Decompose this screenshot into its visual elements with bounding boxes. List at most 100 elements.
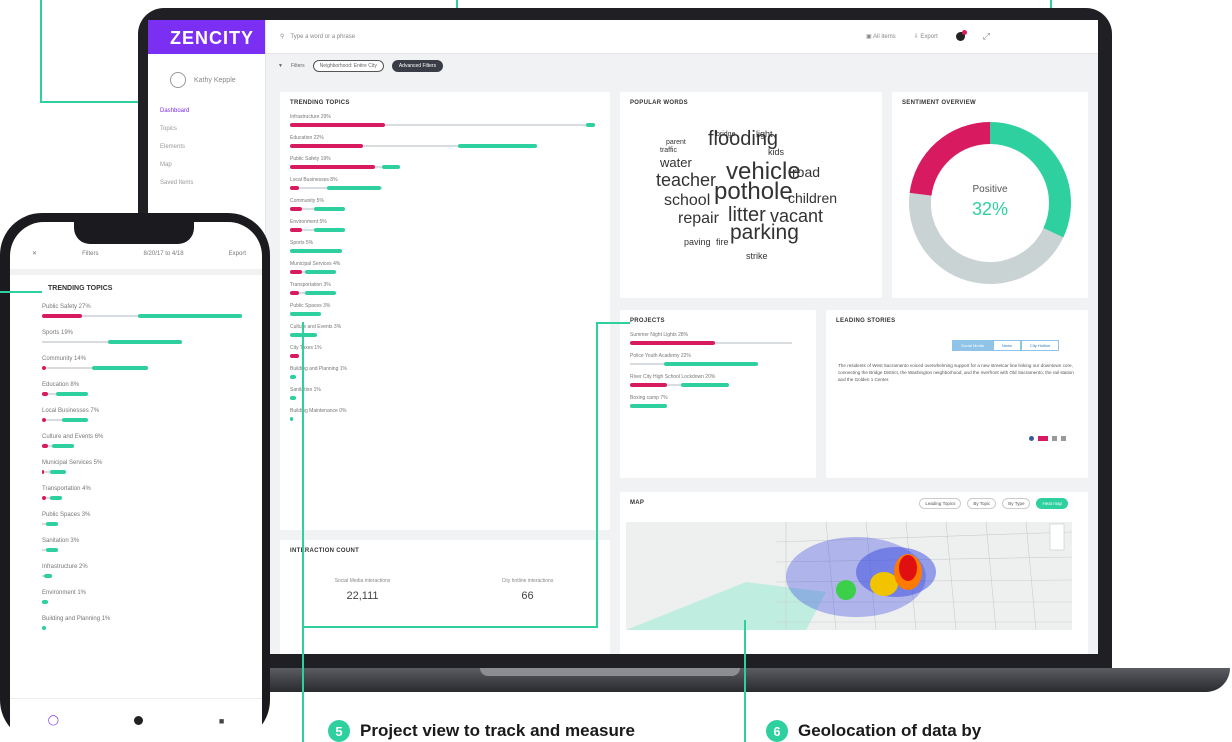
word-fire[interactable]: fire bbox=[716, 237, 729, 247]
topic-item[interactable]: Infrastructure 29% bbox=[280, 114, 610, 127]
positive-segment bbox=[585, 123, 595, 127]
topic-item[interactable]: Public Safety 27% bbox=[10, 304, 262, 318]
story-tabs: Social Media News City Hotline bbox=[952, 334, 1060, 352]
negative-segment bbox=[42, 418, 46, 422]
topic-item[interactable]: Culture and Events 6% bbox=[10, 434, 262, 448]
topic-item[interactable]: River City High School Lockdown 20% bbox=[620, 374, 816, 387]
search-input[interactable]: Type a word or a phrase bbox=[290, 34, 355, 40]
word-school[interactable]: school bbox=[664, 192, 710, 210]
word-parking[interactable]: parking bbox=[730, 221, 799, 245]
positive-segment bbox=[290, 312, 321, 316]
negative-segment bbox=[630, 341, 715, 345]
topic-item[interactable]: Police Youth Academy 22% bbox=[620, 353, 816, 366]
map-control-by-type[interactable]: By Type bbox=[1002, 498, 1031, 509]
story-tab-news[interactable]: News bbox=[992, 340, 1021, 351]
advanced-filters-chip[interactable]: Advanced Filters bbox=[391, 60, 444, 72]
phone-nav-alerts-icon[interactable] bbox=[134, 716, 144, 725]
topic-label: River City High School Lockdown 20% bbox=[630, 374, 716, 380]
user-profile[interactable]: Kathy Kepple bbox=[148, 54, 265, 88]
negative-segment bbox=[290, 291, 300, 295]
word-children[interactable]: children bbox=[788, 190, 837, 206]
topic-item[interactable]: Environment 5% bbox=[280, 219, 610, 232]
callout-line-phone bbox=[0, 291, 42, 293]
positive-segment bbox=[42, 600, 48, 604]
phone-export[interactable]: Export bbox=[229, 251, 246, 257]
sidebar-item-elements[interactable]: Elements bbox=[148, 138, 265, 156]
topic-item[interactable]: Education 22% bbox=[280, 135, 610, 148]
map-control-by-topic[interactable]: By Topic bbox=[967, 498, 997, 509]
word-pothole[interactable]: pothole bbox=[714, 178, 793, 206]
negative-segment bbox=[42, 470, 44, 474]
topic-item[interactable]: Local Businesses 7% bbox=[10, 408, 262, 422]
export-button[interactable]: ⇩ Export bbox=[914, 33, 938, 40]
topic-item[interactable]: Environment 1% bbox=[10, 590, 262, 604]
topic-item[interactable]: Transportation 4% bbox=[10, 486, 262, 500]
search-bar[interactable]: ⚲ Type a word or a phrase bbox=[266, 33, 866, 41]
topic-item[interactable]: Sports 5% bbox=[280, 240, 610, 253]
topic-item[interactable]: Public Safety 19% bbox=[280, 156, 610, 169]
topic-item[interactable]: Infrastructure 2% bbox=[10, 564, 262, 578]
sidebar-item-saved-items[interactable]: Saved Items bbox=[148, 174, 265, 192]
word-water[interactable]: water bbox=[660, 155, 692, 170]
zoom-control[interactable] bbox=[1049, 523, 1065, 551]
topic-item[interactable]: Sports 19% bbox=[10, 330, 262, 344]
back-icon[interactable]: ✕ bbox=[32, 250, 37, 257]
brand-logo[interactable]: ZENCITY bbox=[148, 20, 265, 54]
word-traffic[interactable]: traffic bbox=[660, 147, 677, 154]
expand-icon[interactable]: ⤢ bbox=[983, 31, 990, 42]
popular-words-card: POPULAR WORDS flooding water teacher vehicl… bbox=[620, 92, 882, 298]
topic-item[interactable]: Community 5% bbox=[280, 198, 610, 211]
topic-item[interactable]: Public Spaces 3% bbox=[280, 303, 610, 316]
comment-icon[interactable] bbox=[1052, 436, 1057, 441]
word-strike[interactable]: strike bbox=[746, 251, 768, 261]
filter-icon: ▼ bbox=[278, 63, 283, 69]
topic-item[interactable]: Boxing camp 7% bbox=[620, 395, 816, 408]
word-kids[interactable]: kids bbox=[768, 147, 784, 157]
phone-bottom-nav: ◯ ■ bbox=[10, 698, 262, 742]
map-control-leading-topics[interactable]: Leading Topics bbox=[919, 498, 962, 509]
word-teacher[interactable]: teacher bbox=[656, 170, 716, 191]
all-items-button[interactable]: ▣ All items bbox=[866, 33, 896, 40]
topic-bar bbox=[42, 340, 242, 344]
topic-bar bbox=[42, 314, 242, 318]
topic-item[interactable]: Community 14% bbox=[10, 356, 262, 370]
notification-icon[interactable] bbox=[955, 30, 967, 41]
topic-item[interactable]: Municipal Services 5% bbox=[10, 460, 262, 474]
topic-item[interactable]: Summer Night Lights 28% bbox=[620, 332, 816, 345]
sidebar-item-dashboard[interactable]: Dashboard bbox=[148, 102, 265, 120]
positive-segment bbox=[62, 418, 88, 422]
topic-item[interactable]: Local Businesses 8% bbox=[280, 177, 610, 190]
word-bridge[interactable]: bridge bbox=[716, 131, 735, 138]
positive-segment bbox=[44, 574, 52, 578]
reaction-icon[interactable] bbox=[1038, 436, 1048, 441]
story-tab-city-hotline[interactable]: City Hotline bbox=[1020, 340, 1060, 351]
topic-item[interactable]: Education 8% bbox=[10, 382, 262, 396]
share-icon[interactable] bbox=[1061, 436, 1066, 441]
callout-line-5d bbox=[596, 322, 630, 324]
map-control-heat-map[interactable]: Heat map bbox=[1036, 498, 1068, 509]
word-road[interactable]: road bbox=[792, 164, 820, 180]
story-share-icons bbox=[1029, 436, 1066, 441]
neighborhood-chip[interactable]: Neighborhood: Entire City bbox=[312, 60, 384, 72]
word-paving[interactable]: paving bbox=[684, 237, 711, 247]
topic-item[interactable]: Sanitation 3% bbox=[10, 538, 262, 552]
heat-map[interactable] bbox=[626, 522, 1072, 630]
word-light[interactable]: light bbox=[756, 129, 773, 139]
sidebar-item-topics[interactable]: Topics bbox=[148, 120, 265, 138]
projects-list: Summer Night Lights 28% Police Youth Acad… bbox=[620, 332, 816, 408]
topic-item[interactable]: Municipal Services 4% bbox=[280, 261, 610, 274]
phone-filters[interactable]: Filters bbox=[82, 251, 98, 257]
phone-nav-menu-icon[interactable]: ■ bbox=[219, 716, 224, 726]
sidebar-item-map[interactable]: Map bbox=[148, 156, 265, 174]
positive-segment bbox=[290, 249, 342, 253]
phone-nav-dashboard-icon[interactable]: ◯ bbox=[48, 715, 59, 726]
facebook-icon[interactable] bbox=[1029, 436, 1034, 441]
story-tab-social-media[interactable]: Social Media bbox=[952, 340, 993, 351]
topic-label: Environment 5% bbox=[290, 219, 327, 225]
word-repair[interactable]: repair bbox=[678, 210, 719, 228]
word-parent[interactable]: parent bbox=[666, 139, 686, 146]
topic-item[interactable]: Public Spaces 3% bbox=[10, 512, 262, 526]
topic-item[interactable]: Building and Planning 1% bbox=[10, 616, 262, 630]
topic-item[interactable]: Transportation 3% bbox=[280, 282, 610, 295]
sentiment-value: 32% bbox=[971, 199, 1009, 219]
